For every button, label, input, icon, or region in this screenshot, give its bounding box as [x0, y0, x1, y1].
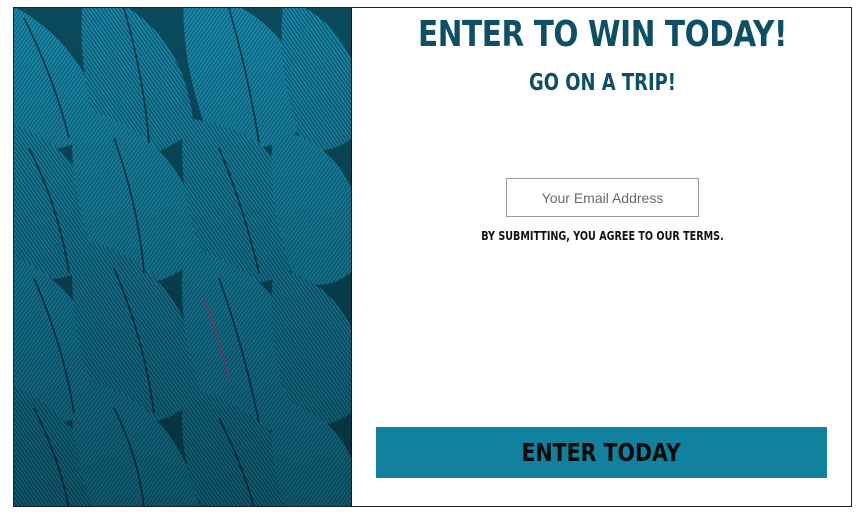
email-input[interactable] — [506, 178, 699, 217]
signup-form-panel: ENTER TO WIN TODAY! GO ON A TRIP! BY SUB… — [352, 8, 851, 506]
headline: ENTER TO WIN TODAY! — [417, 14, 788, 55]
subheadline: GO ON A TRIP! — [529, 70, 676, 96]
enter-today-button-label: ENTER TODAY — [521, 438, 682, 467]
feather-pattern-graphic — [14, 8, 351, 506]
signup-popup: ENTER TO WIN TODAY! GO ON A TRIP! BY SUB… — [13, 7, 852, 507]
enter-today-button[interactable]: ENTER TODAY — [376, 427, 827, 478]
blue-feathers-image — [14, 8, 351, 506]
terms-notice: BY SUBMITTING, YOU AGREE TO OUR TERMS. — [481, 229, 724, 243]
